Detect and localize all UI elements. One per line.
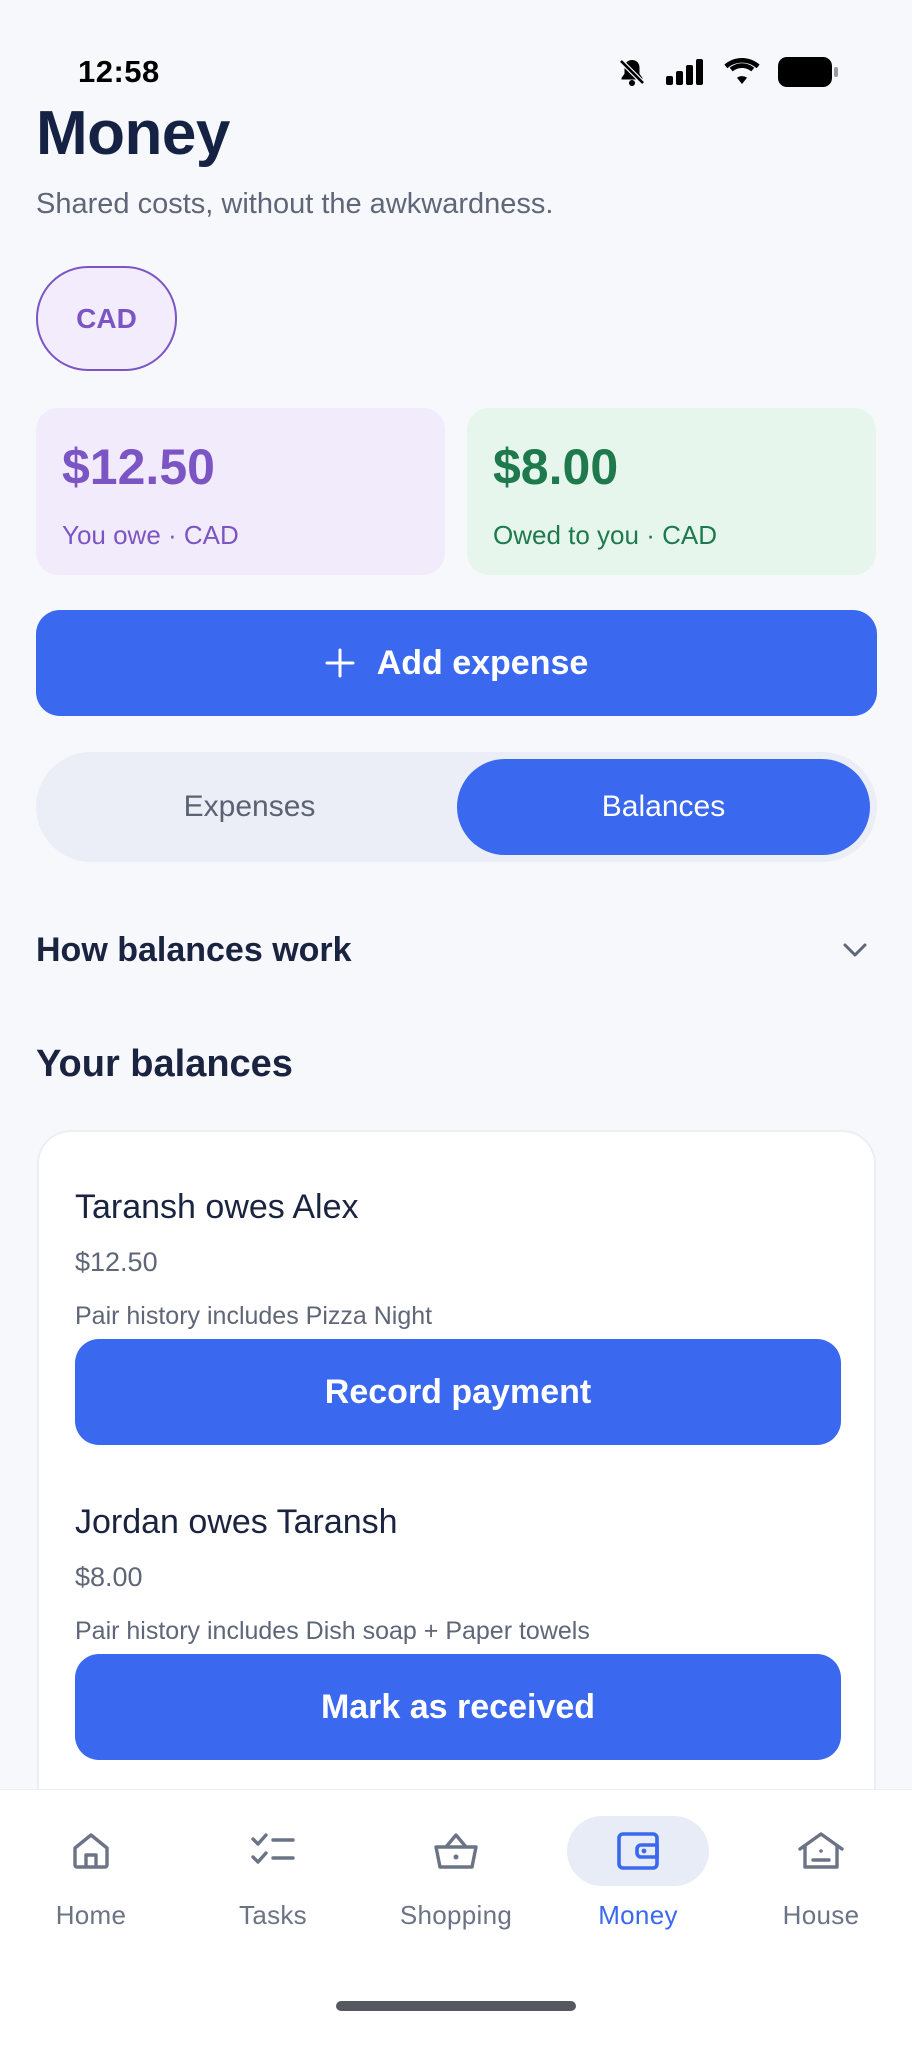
page-subtitle: Shared costs, without the awkwardness. [36,188,554,220]
tab-balances[interactable]: Balances [457,759,870,855]
status-icons [616,56,838,88]
tab-expenses-label: Expenses [183,790,316,823]
house-icon [798,1832,844,1869]
balance-item: Jordan owes Taransh $8.00 Pair history i… [75,1503,841,1760]
how-balances-work-toggle[interactable]: How balances work [36,915,877,985]
home-icon [73,1833,109,1869]
cellular-signal-icon [666,59,703,85]
owed-to-you-card: $8.00 Owed to you · CAD [467,408,876,575]
plus-icon [325,648,355,678]
balance-note: Pair history includes Pizza Night [75,1302,433,1330]
balance-amount: $8.00 [75,1562,143,1592]
currency-label: CAD [76,302,137,334]
view-switcher: Expenses Balances [36,752,877,862]
record-payment-label: Record payment [324,1372,592,1411]
battery-icon [778,57,838,87]
status-time: 12:58 [78,54,160,89]
wallet-icon [617,1832,659,1870]
how-balances-work-label: How balances work [36,930,352,969]
record-payment-button[interactable]: Record payment [75,1339,841,1445]
nav-label: House [782,1900,860,1930]
nav-money[interactable]: Money [563,1816,713,1931]
home-indicator [336,2001,576,2011]
tasks-icon [251,1833,295,1864]
nav-label: Home [55,1900,127,1930]
nav-label: Shopping [399,1900,513,1930]
balance-note: Pair history includes Dish soap + Paper … [75,1617,590,1645]
status-bar: 12:58 [0,0,912,110]
add-expense-label: Add expense [376,643,589,682]
nav-shopping[interactable]: Shopping [381,1816,531,1931]
balance-item: Taransh owes Alex $12.50 Pair history in… [75,1188,841,1445]
balances-list: Taransh owes Alex $12.50 Pair history in… [37,1130,876,1850]
nav-house[interactable]: House [746,1816,896,1931]
tab-balances-label: Balances [601,790,726,823]
mark-as-received-button[interactable]: Mark as received [75,1654,841,1760]
your-balances-title: Your balances [36,1043,293,1085]
owed-to-you-label: Owed to you · CAD [493,520,717,550]
you-owe-amount: $12.50 [62,439,215,495]
wifi-icon [724,58,760,84]
currency-selector[interactable]: CAD [36,266,177,371]
basket-icon [434,1833,478,1869]
money-screen: 12:58 Money Shared costs, without the aw… [0,0,912,2048]
nav-home[interactable]: Home [16,1816,166,1931]
owed-to-you-amount: $8.00 [493,439,619,495]
you-owe-card: $12.50 You owe · CAD [36,408,445,575]
nav-tasks[interactable]: Tasks [198,1816,348,1931]
page-title: Money [36,99,230,168]
you-owe-label: You owe · CAD [62,520,239,550]
nav-label: Tasks [239,1900,307,1930]
mark-as-received-label: Mark as received [320,1687,596,1726]
tab-expenses[interactable]: Expenses [43,759,456,855]
muted-bell-icon [619,59,645,86]
balance-title: Jordan owes Taransh [75,1503,398,1541]
add-expense-button[interactable]: Add expense [36,610,877,716]
nav-label: Money [598,1900,678,1930]
chevron-down-icon [843,943,867,957]
balance-title: Taransh owes Alex [75,1188,359,1226]
balance-amount: $12.50 [75,1247,158,1277]
